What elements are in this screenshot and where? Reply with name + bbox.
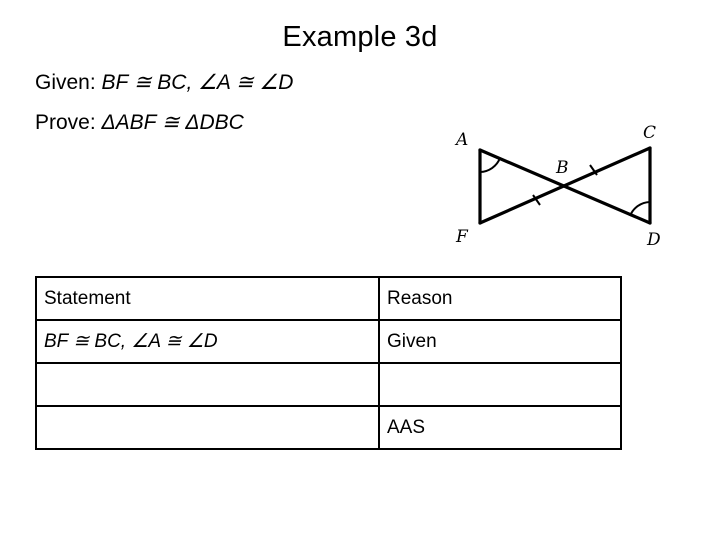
prove-line: Prove: ΔABF ≅ ΔDBC: [35, 110, 244, 136]
reason-cell-2[interactable]: [378, 362, 622, 407]
statement-cell-1[interactable]: BF ≅ BC, ∠A ≅ ∠D: [35, 319, 380, 364]
table-row[interactable]: BF ≅ BC, ∠A ≅ ∠D Given: [35, 319, 622, 364]
angle-arc-d: [629, 201, 651, 217]
column-header-statement: Statement: [35, 276, 380, 321]
vertex-label-a: A: [454, 130, 468, 150]
vertex-label-b: B: [555, 158, 569, 178]
vertex-label-c: C: [643, 123, 656, 143]
reason-cell-1[interactable]: Given: [378, 319, 622, 364]
vertex-label-d: D: [646, 230, 661, 250]
given-statement: BF ≅ BC, ∠A ≅ ∠D: [101, 71, 294, 94]
given-label: Given:: [35, 71, 96, 94]
prove-statement: ΔABF ≅ ΔDBC: [101, 111, 244, 134]
given-line: Given: BF ≅ BC, ∠A ≅ ∠D: [35, 70, 293, 96]
slide-canvas: Example 3d Given: BF ≅ BC, ∠A ≅ ∠D Prove…: [0, 0, 720, 540]
table-header-row: Statement Reason: [35, 276, 622, 321]
prove-label: Prove:: [35, 111, 96, 134]
column-header-reason: Reason: [378, 276, 622, 321]
bowtie-triangles-diagram: A C B F D: [430, 118, 685, 263]
two-column-proof-table: Statement Reason BF ≅ BC, ∠A ≅ ∠D Given …: [35, 276, 622, 450]
angle-arc-a: [479, 157, 501, 173]
statement-cell-3[interactable]: [35, 405, 380, 450]
table-row[interactable]: [35, 362, 622, 407]
statement-cell-2[interactable]: [35, 362, 380, 407]
page-title: Example 3d: [282, 21, 438, 53]
table-row[interactable]: AAS: [35, 405, 622, 450]
reason-cell-3[interactable]: AAS: [378, 405, 622, 450]
vertex-label-f: F: [455, 227, 469, 247]
